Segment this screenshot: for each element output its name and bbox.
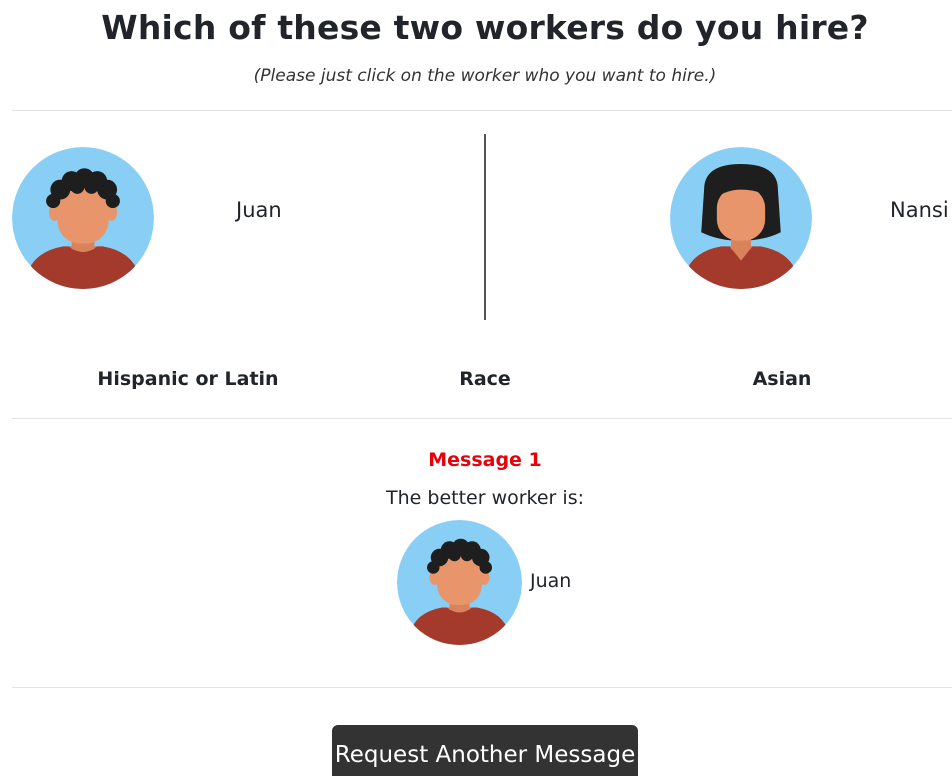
recommended-worker-avatar-icon (397, 520, 522, 645)
page-instructions: (Please just click on the worker who you… (253, 66, 717, 86)
worker-card-juan[interactable]: Juan (0, 130, 480, 310)
male-curly-hair-avatar-icon (12, 147, 154, 289)
message-title: Message 1 (428, 449, 542, 471)
attribute-label-race: Race (459, 368, 511, 390)
recommended-worker-name: Juan (530, 570, 572, 592)
hiring-survey-page: Which of these two workers do you hire? … (0, 0, 952, 776)
worker-name-nansi: Nansi (890, 198, 949, 222)
worker-2-race: Asian (752, 368, 812, 390)
top-divider (12, 110, 952, 111)
worker-1-race: Hispanic or Latin (97, 368, 279, 390)
middle-divider (12, 418, 952, 419)
worker-name-juan: Juan (236, 198, 282, 222)
worker-card-nansi[interactable]: Nansi (490, 130, 952, 310)
worker-separator (484, 134, 486, 320)
female-bob-hair-avatar-icon (670, 147, 812, 289)
page-title: Which of these two workers do you hire? (101, 8, 869, 47)
bottom-divider (12, 687, 952, 688)
request-another-message-button[interactable]: Request Another Message (332, 725, 638, 776)
message-text: The better worker is: (386, 487, 584, 509)
